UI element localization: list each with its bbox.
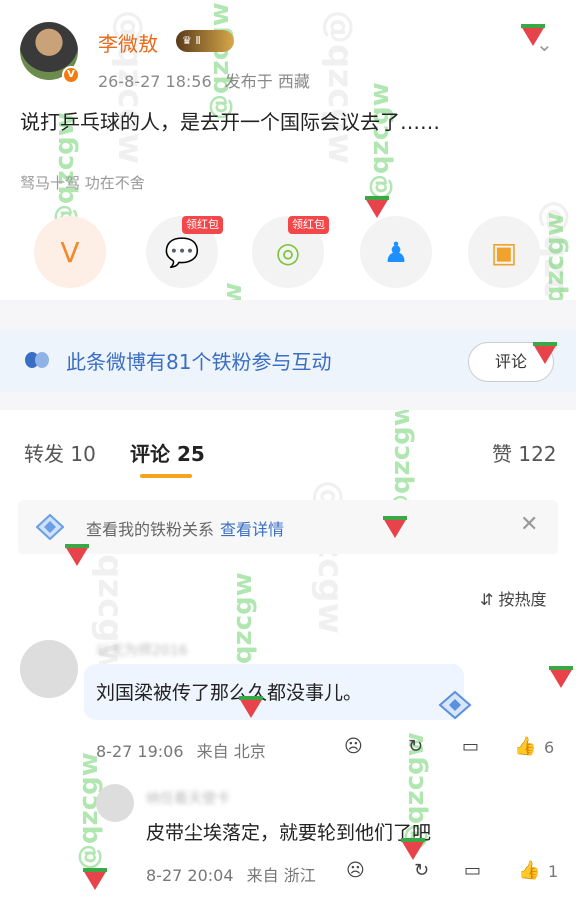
watermelon-icon (83, 868, 107, 890)
chevron-down-icon[interactable]: ⌄ (536, 32, 553, 56)
like-icon[interactable]: 👍 (514, 736, 536, 757)
tab-likes[interactable]: 赞 122 (492, 438, 557, 467)
tab-repost[interactable]: 转发 10 (24, 438, 96, 467)
fan-club-icon[interactable]: V (34, 216, 106, 288)
close-icon[interactable]: ✕ (520, 512, 538, 537)
repost-icon[interactable]: ↻ (414, 860, 429, 881)
like-count: 6 (544, 738, 555, 757)
post-time: 26-8-27 18:56 (98, 72, 212, 91)
sort-button[interactable]: ⇵ 按热度 (480, 586, 547, 610)
repost-icon[interactable]: ↻ (408, 736, 423, 757)
comment-meta: 8-27 19:06 来自 北京 (96, 738, 266, 762)
sort-icon: ⇵ (480, 590, 494, 609)
comment-text: 刘国梁被传了那么久都没事儿。 (96, 682, 363, 704)
watermark: @qzcgw (365, 82, 395, 200)
red-packet-tag: 领红包 (182, 216, 223, 234)
verified-icon: V (62, 66, 80, 84)
sort-label: 按热度 (498, 590, 547, 609)
comment-text: 皮带尘埃落定，就要轮到他们了吧 (146, 822, 432, 844)
like-count: 1 (548, 862, 559, 881)
emoji-icon[interactable]: ☹ (344, 736, 363, 757)
fans-banner-text: 此条微博有81个铁粉参与互动 (66, 350, 332, 374)
level-label: Ⅱ (195, 34, 201, 47)
comment-location: 来自 浙江 (246, 866, 316, 885)
level-badge[interactable]: ♛ Ⅱ (176, 30, 234, 52)
author-name[interactable]: 李微敖 (98, 28, 158, 57)
fan-diamond-icon (438, 690, 472, 720)
comment-time: 8-27 19:06 (96, 742, 184, 761)
qq-icon[interactable]: ♟ (360, 216, 432, 288)
post-meta: 26-8-27 18:56 发布于 西藏 (98, 68, 318, 92)
comment-icon[interactable]: ▭ (462, 736, 479, 757)
post-signature: 驽马十驾 功在不舍 (20, 174, 145, 192)
red-packet-tag: 领红包 (288, 216, 329, 234)
watermark: @qzcgw (320, 10, 360, 165)
fan-relation-label: 查看我的铁粉关系 (86, 520, 215, 539)
commenter-name[interactable]: 纳任看天使卡 (146, 788, 230, 808)
like-icon[interactable]: 👍 (518, 860, 540, 881)
comment-icon[interactable]: ▭ (464, 860, 481, 881)
fan-relation-link[interactable]: 查看详情 (220, 520, 284, 539)
post-text: 说打乒乓球的人，是去开一个国际会议去了…… (20, 110, 440, 134)
comment-location: 来自 北京 (196, 742, 266, 761)
commenter-avatar[interactable] (20, 640, 78, 698)
post-location: 发布于 西藏 (224, 72, 310, 91)
fan-relation-text: 查看我的铁粉关系 查看详情 (86, 516, 284, 540)
fans-icon (25, 352, 49, 368)
tab-comments[interactable]: 评论 25 (130, 438, 205, 467)
comment-time: 8-27 20:04 (146, 866, 234, 885)
comment-meta: 8-27 20:04 来自 浙江 (146, 862, 316, 886)
commenter-avatar[interactable] (96, 784, 134, 822)
comment-button[interactable]: 评论 (468, 342, 554, 382)
emoji-icon[interactable]: ☹ (346, 860, 365, 881)
watermark: @qzcgw (205, 2, 235, 120)
active-tab-indicator (140, 474, 192, 478)
watermelon-icon (365, 196, 389, 218)
save-image-icon[interactable]: ▣ (468, 216, 540, 288)
diamond-icon (36, 514, 64, 540)
watermelon-icon (549, 666, 573, 688)
commenter-name[interactable]: 以无为师2016 (96, 640, 188, 660)
